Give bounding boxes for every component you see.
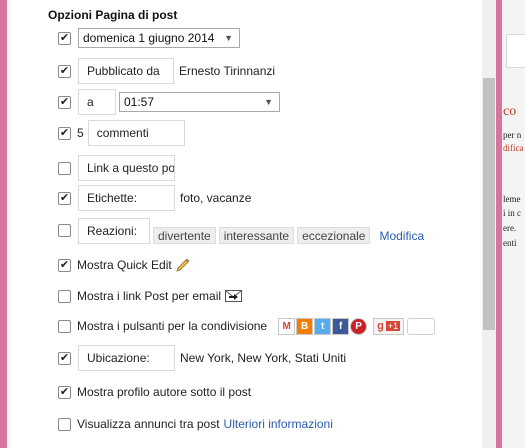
labels-row: ✔ Etichette: foto, vacanze xyxy=(58,185,252,211)
twitter-icon: t xyxy=(314,317,332,335)
share-buttons-checkbox[interactable] xyxy=(58,319,71,333)
quick-edit-label: Mostra Quick Edit xyxy=(77,258,172,272)
share-buttons-preview: M B t f P g +1 xyxy=(278,317,436,335)
author-profile-label: Mostra profilo autore sotto il post xyxy=(77,385,252,399)
email-links-checkbox[interactable] xyxy=(58,289,71,303)
panel-title: Opzioni Pagina di post xyxy=(48,8,178,22)
published-by-checkbox[interactable]: ✔ xyxy=(58,64,71,78)
email-icon xyxy=(225,290,243,302)
author-name: Ernesto Tirinnanzi xyxy=(179,64,276,78)
reactions-chips: divertente interessante eccezionale xyxy=(153,227,373,244)
background-strip xyxy=(7,0,11,448)
link-checkbox[interactable] xyxy=(58,161,71,175)
time-checkbox[interactable]: ✔ xyxy=(58,95,71,109)
pencil-icon xyxy=(175,258,190,273)
comments-count: 5 xyxy=(77,126,84,140)
location-row: ✔ Ubicazione: New York, New York, Stati … xyxy=(58,345,347,371)
blogger-icon: B xyxy=(296,317,314,335)
location-checkbox[interactable]: ✔ xyxy=(58,351,71,365)
google-plus-button: g +1 xyxy=(373,317,405,335)
reaction-chip: interessante xyxy=(218,227,295,244)
scrollbar-thumb[interactable] xyxy=(483,78,495,330)
chevron-down-icon: ▼ xyxy=(224,33,233,43)
time-prefix-field[interactable]: a xyxy=(78,89,116,115)
reactions-checkbox[interactable] xyxy=(58,224,71,237)
background-text-line: ere. xyxy=(503,223,517,233)
share-buttons-label: Mostra i pulsanti per la condivisione xyxy=(77,319,268,333)
gmail-icon: M xyxy=(278,317,296,335)
time-select[interactable]: 01:57 ▼ xyxy=(119,92,280,112)
author-profile-checkbox[interactable]: ✔ xyxy=(58,385,71,399)
quick-edit-checkbox[interactable]: ✔ xyxy=(58,258,71,272)
facebook-icon: f xyxy=(332,317,350,335)
pinterest-icon: P xyxy=(350,317,368,335)
comments-checkbox[interactable]: ✔ xyxy=(58,126,71,140)
date-select-value: domenica 1 giugno 2014 xyxy=(83,31,215,45)
email-links-row: Mostra i link Post per email xyxy=(58,284,243,308)
background-text-line: per n xyxy=(503,130,522,140)
email-links-label: Mostra i link Post per email xyxy=(77,289,222,303)
reaction-chip: eccezionale xyxy=(297,227,371,244)
google-plus-icon: g xyxy=(377,320,384,332)
chevron-down-icon: ▼ xyxy=(264,97,273,107)
labels-checkbox[interactable]: ✔ xyxy=(58,191,71,205)
reactions-row: Reazioni: divertente interessante eccezi… xyxy=(58,218,424,248)
date-select[interactable]: domenica 1 giugno 2014 ▼ xyxy=(78,28,240,48)
share-buttons-row: Mostra i pulsanti per la condivisione M … xyxy=(58,314,436,338)
background-text-line: i in c xyxy=(503,208,521,218)
labels-field[interactable]: Etichette: xyxy=(78,185,175,211)
reactions-field[interactable]: Reazioni: xyxy=(78,218,150,244)
reactions-edit-link[interactable]: Modifica xyxy=(379,229,424,243)
location-field[interactable]: Ubicazione: xyxy=(78,345,175,371)
location-value: New York, New York, Stati Uniti xyxy=(180,351,347,365)
quick-edit-row: ✔ Mostra Quick Edit xyxy=(58,253,190,277)
ads-checkbox[interactable] xyxy=(58,417,71,431)
ads-info-link[interactable]: Ulteriori informazioni xyxy=(224,417,333,431)
background-text-line: difica xyxy=(503,143,524,153)
background-title-fragment: co xyxy=(503,104,517,119)
link-field[interactable]: Link a questo pos xyxy=(78,155,175,181)
background-widget xyxy=(506,34,525,68)
background-text-line: leme xyxy=(503,194,521,204)
published-by-row: ✔ Pubblicato da Ernesto Tirinnanzi xyxy=(58,58,276,84)
time-row: ✔ a 01:57 ▼ xyxy=(58,89,280,115)
share-count-bubble xyxy=(407,317,436,335)
labels-value: foto, vacanze xyxy=(180,191,252,205)
comments-label-field[interactable]: commenti xyxy=(87,120,185,146)
google-plus-count: +1 xyxy=(385,321,401,331)
date-row: ✔ domenica 1 giugno 2014 ▼ xyxy=(58,26,240,50)
comments-row: ✔ 5 commenti xyxy=(58,120,185,146)
ads-label: Visualizza annunci tra post xyxy=(77,417,220,431)
background-text-line: enti xyxy=(503,238,517,248)
author-profile-row: ✔ Mostra profilo autore sotto il post xyxy=(58,380,251,404)
reaction-chip: divertente xyxy=(153,227,216,244)
ads-row: Visualizza annunci tra post Ulteriori in… xyxy=(58,412,333,436)
date-checkbox[interactable]: ✔ xyxy=(58,31,71,45)
published-by-field[interactable]: Pubblicato da xyxy=(78,58,174,84)
time-select-value: 01:57 xyxy=(124,95,155,109)
frame-left-border xyxy=(0,0,7,448)
link-row: Link a questo pos xyxy=(58,155,175,181)
